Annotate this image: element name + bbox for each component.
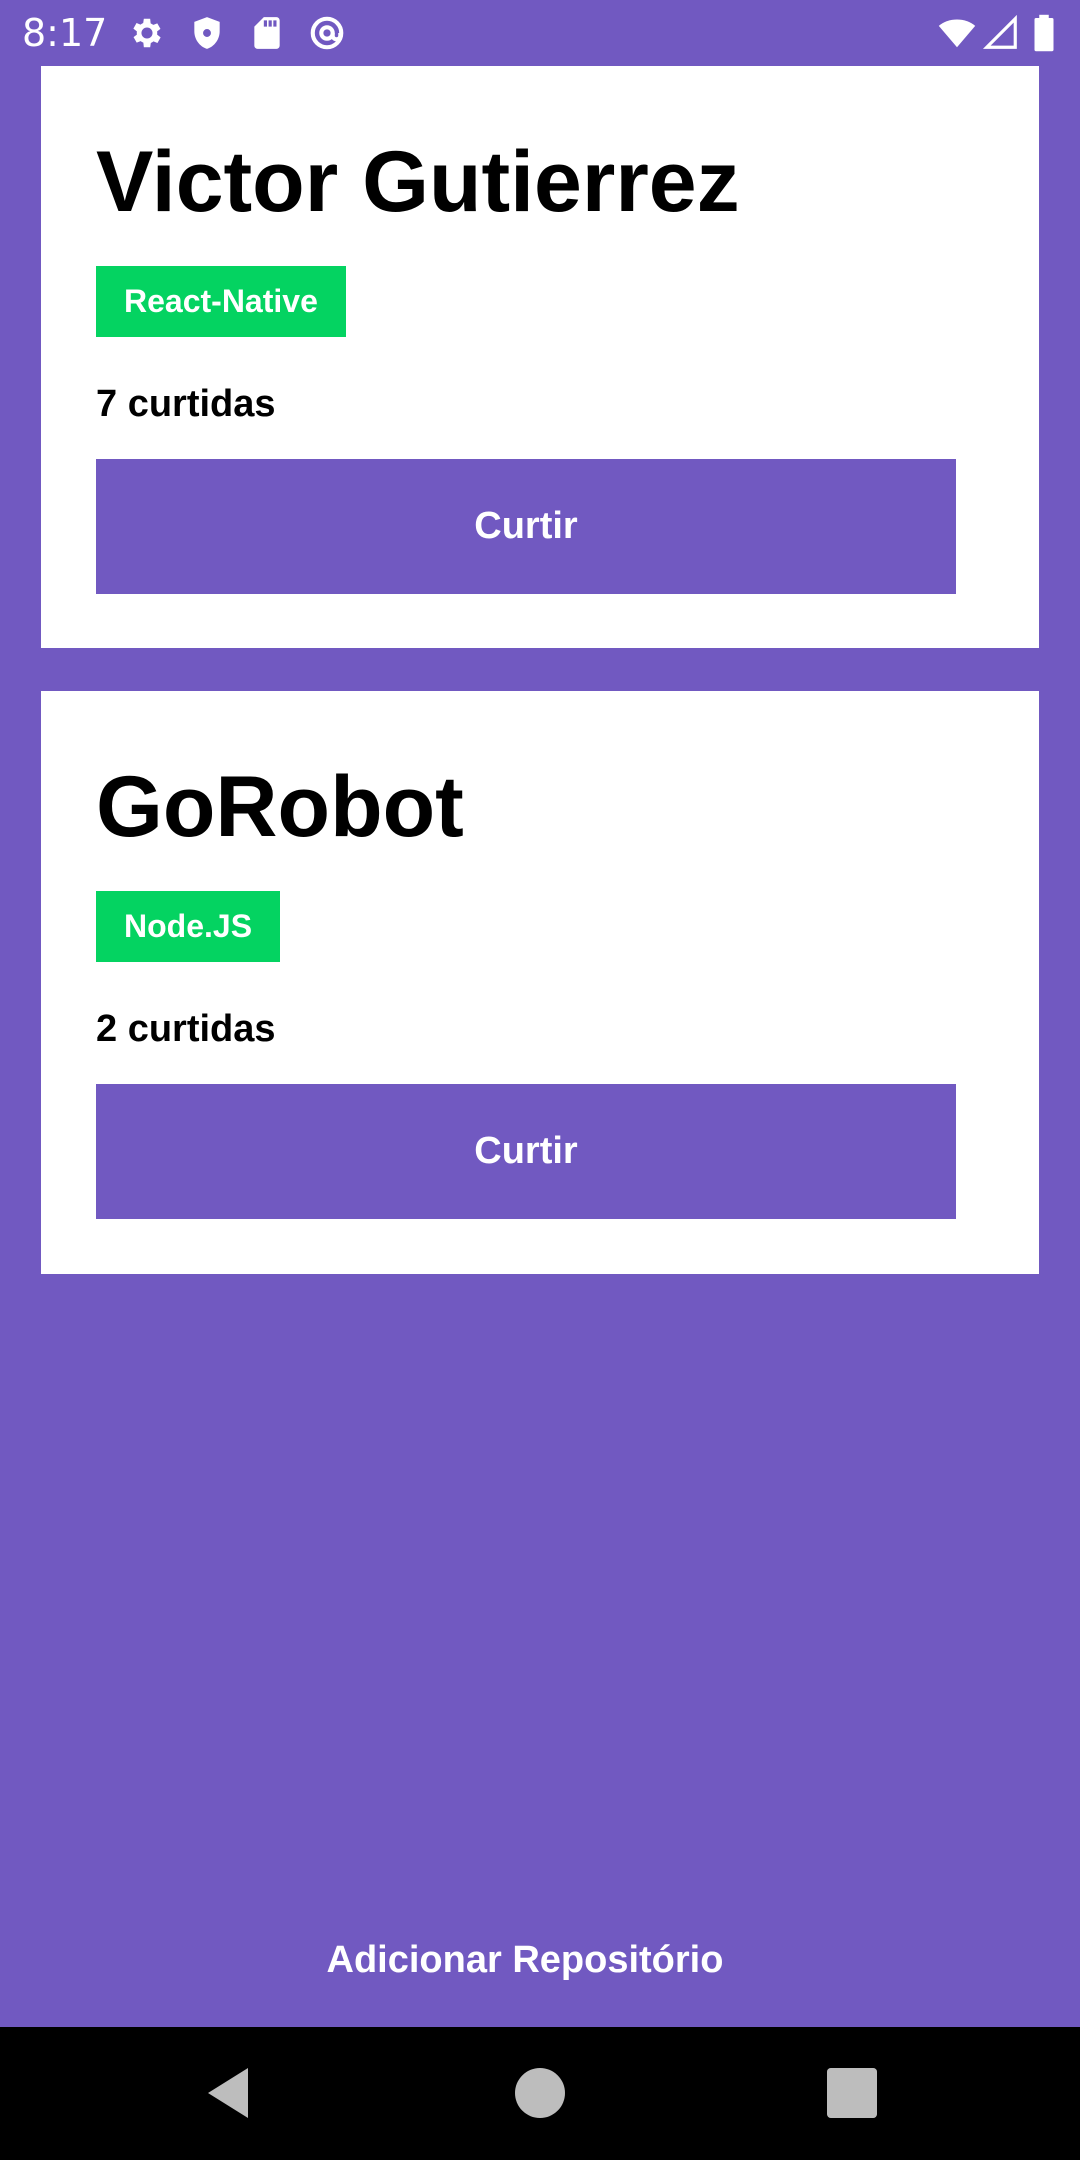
repository-card: Victor Gutierrez React-Native 7 curtidas… — [41, 66, 1039, 648]
recents-icon[interactable] — [822, 2063, 882, 2123]
like-button[interactable]: Curtir — [96, 1084, 956, 1219]
status-bar: 8:17 — [0, 0, 1080, 66]
at-sign-icon — [308, 14, 346, 52]
repository-card: GoRobot Node.JS 2 curtidas Curtir — [41, 691, 1039, 1274]
repository-title: Victor Gutierrez — [96, 134, 740, 230]
shield-icon — [188, 14, 226, 52]
repository-title: GoRobot — [96, 759, 464, 855]
battery-icon — [1030, 14, 1058, 52]
back-icon[interactable] — [198, 2063, 258, 2123]
likes-count: 2 curtidas — [96, 1008, 276, 1050]
like-button[interactable]: Curtir — [96, 459, 956, 594]
tech-badge: Node.JS — [96, 891, 281, 962]
gear-icon — [128, 14, 166, 52]
status-time: 8:17 — [22, 11, 108, 55]
tech-badge: React-Native — [96, 266, 346, 337]
likes-count: 7 curtidas — [96, 383, 276, 425]
add-repository-button[interactable]: Adicionar Repositório — [0, 1920, 1050, 2000]
navigation-bar — [0, 2027, 1080, 2160]
wifi-icon — [935, 14, 979, 52]
cell-signal-icon — [982, 14, 1020, 52]
home-icon[interactable] — [510, 2063, 570, 2123]
sd-card-icon — [248, 14, 286, 52]
